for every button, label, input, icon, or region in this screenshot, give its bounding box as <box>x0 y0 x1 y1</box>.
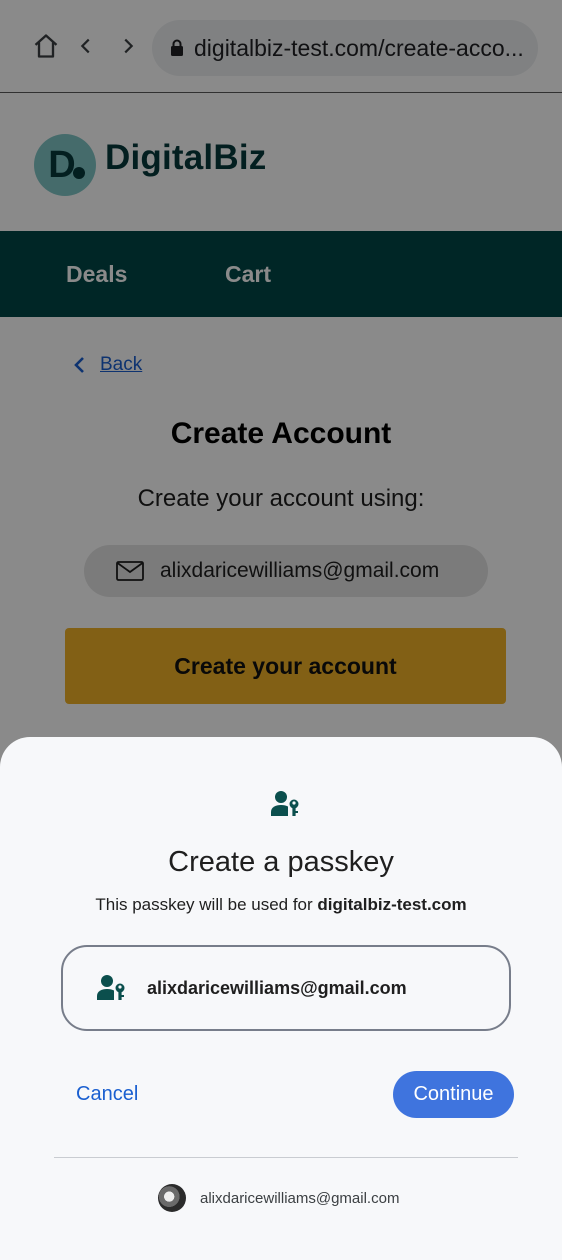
divider <box>54 1157 518 1158</box>
sheet-description-domain: digitalbiz-test.com <box>317 895 467 914</box>
cancel-button[interactable]: Cancel <box>76 1083 138 1106</box>
passkey-icon <box>271 791 299 816</box>
sheet-title: Create a passkey <box>168 846 394 878</box>
passkey-sheet: Create a passkey This passkey will be us… <box>0 737 562 1260</box>
signed-in-account: alixdaricewilliams@gmail.com <box>158 1184 399 1212</box>
passkey-account-option[interactable]: alixdaricewilliams@gmail.com <box>61 945 511 1031</box>
signed-in-email: alixdaricewilliams@gmail.com <box>200 1189 400 1207</box>
sheet-description: This passkey will be used for digitalbiz… <box>0 895 562 915</box>
passkey-icon <box>97 975 125 1000</box>
sheet-description-prefix: This passkey will be used for <box>95 895 318 914</box>
avatar <box>158 1184 186 1212</box>
continue-button[interactable]: Continue <box>393 1071 514 1118</box>
passkey-account-email: alixdaricewilliams@gmail.com <box>147 977 407 998</box>
